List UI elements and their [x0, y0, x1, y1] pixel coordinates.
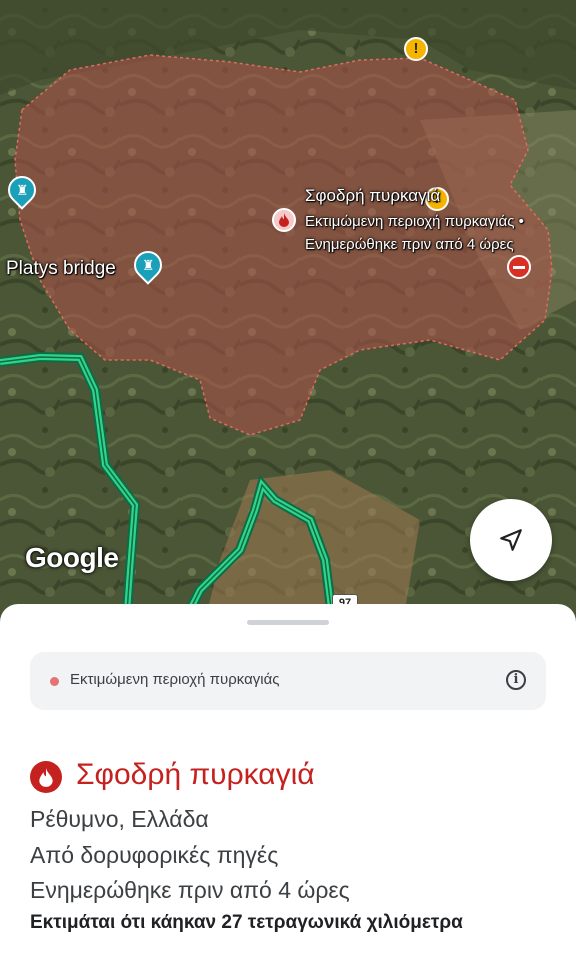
fire-label-line1: Εκτιμώμενη περιοχή πυρκαγιάς •	[305, 213, 524, 230]
drag-handle[interactable]	[247, 620, 329, 625]
source-text: Από δορυφορικές πηγές	[30, 842, 279, 868]
fire-marker-icon[interactable]	[272, 208, 296, 232]
burned-area-text: Εκτιμάται ότι κάηκαν 27 τετραγωνικά χιλι…	[30, 912, 463, 933]
info-icon[interactable]: i	[506, 670, 526, 690]
navigation-arrow-icon	[500, 529, 522, 551]
my-location-button[interactable]	[470, 499, 552, 581]
fire-title: Σφοδρή πυρκαγιά	[76, 758, 315, 791]
location-text: Ρέθυμνο, Ελλάδα	[30, 806, 209, 832]
fire-label-title: Σφοδρή πυρκαγιά	[305, 186, 441, 205]
chip-label: Εκτιμώμενη περιοχή πυρκαγιάς	[70, 671, 280, 688]
fire-icon	[30, 761, 62, 793]
estimated-area-chip[interactable]: Εκτιμώμενη περιοχή πυρκαγιάς i	[30, 652, 546, 710]
landmark-pin-icon[interactable]: ♜	[2, 170, 42, 210]
updated-text: Ενημερώθηκε πριν από 4 ώρες	[30, 877, 350, 903]
warning-icon[interactable]: !	[404, 37, 428, 61]
fire-label-line2: Ενημερώθηκε πριν από 4 ώρες	[305, 236, 514, 253]
poi-label-platys-bridge[interactable]: Platys bridge	[6, 258, 116, 280]
map-view[interactable]: ! ! Σφοδρή πυρκαγιά Εκτιμώμενη περιοχή π…	[0, 0, 576, 640]
landmark-pin-icon[interactable]: ♜	[128, 245, 168, 285]
road-closed-icon[interactable]	[507, 255, 531, 279]
area-color-dot	[50, 677, 59, 686]
bottom-sheet[interactable]: Εκτιμώμενη περιοχή πυρκαγιάς i Σφοδρή πυ…	[0, 604, 576, 960]
google-logo: Google	[25, 542, 119, 573]
